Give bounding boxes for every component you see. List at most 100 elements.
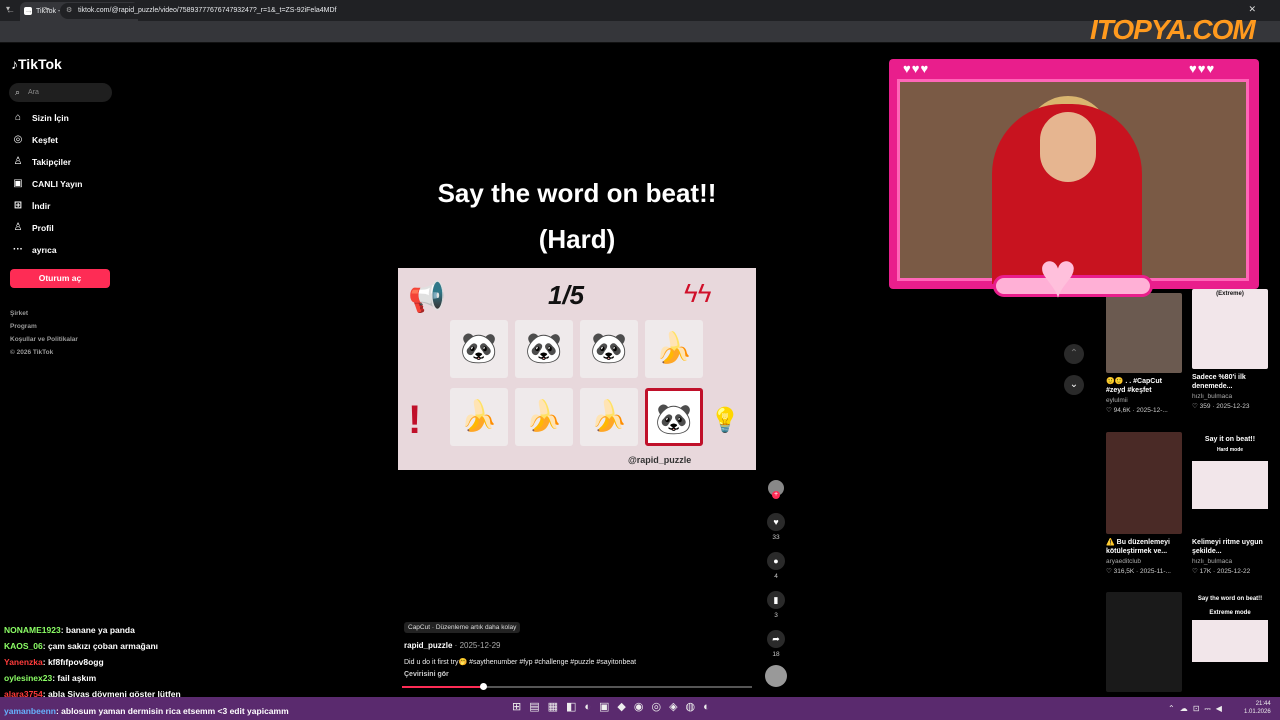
banana-icon: 🍌: [645, 320, 703, 378]
url-text: tiktok.com/@rapid_puzzle/video/758937776…: [78, 7, 337, 14]
logo-text: TikTok: [18, 56, 62, 72]
copyright: © 2026 TikTok: [10, 349, 54, 356]
video-watermark: @rapid_puzzle: [628, 455, 692, 465]
footer-link-terms[interactable]: Koşullar ve Politikalar: [10, 336, 78, 343]
related-video-card[interactable]: Say it on beat!! Hard mode Kelimeyi ritm…: [1192, 432, 1268, 575]
share-icon: ➦: [767, 630, 785, 648]
profile-icon: ♙: [13, 222, 23, 233]
nav-buttons[interactable]: ←→⟳: [6, 5, 59, 16]
prev-video-button[interactable]: ⌃: [1064, 344, 1084, 364]
chat-user: KAOS_06: [4, 641, 43, 651]
video-thumbnail[interactable]: (Extreme): [1192, 289, 1268, 369]
related-stats: ♡ 94,6K · 2025-12-...: [1106, 407, 1168, 414]
exclamation-icon: !: [408, 398, 422, 442]
clock-time: 21:44: [1255, 701, 1271, 707]
save-count: 3: [774, 612, 778, 619]
system-tray[interactable]: ⌃☁⊡⎓◀: [1168, 704, 1227, 714]
chat-user: yamanbeenn: [4, 706, 56, 716]
thumb-puzzle-image: [1192, 620, 1268, 662]
search-icon: ⌕: [15, 87, 21, 97]
chat-text: : fail aşkım: [52, 673, 97, 683]
related-title: Sadece %80'i ilk denemede...: [1192, 374, 1246, 390]
taskbar-clock[interactable]: 21:44 1.01.2026: [1244, 700, 1271, 716]
site-info-icon[interactable]: ⚙: [66, 3, 72, 19]
login-button[interactable]: Oturum aç: [10, 269, 110, 288]
footer-link-program[interactable]: Program: [10, 323, 37, 330]
thumb-label: Say the word on beat!!: [1197, 596, 1263, 602]
sidebar-item-label: Profil: [32, 223, 54, 233]
sidebar-item-live[interactable]: ▣ CANLI Yayın: [12, 177, 82, 191]
related-video-card[interactable]: ⚠️ Bu düzenlemeyi kötüleştirmek ve... ar…: [1106, 432, 1182, 575]
download-icon: ⊞: [13, 200, 23, 211]
puzzle-frame[interactable]: 📢 1/5 ϟϟ ! 💡 🐼 🐼 🐼 🍌 🍌 🍌 🍌 🐼 @rapid_puzzle: [398, 268, 756, 470]
hearts-left-icon: ♥♥♥: [903, 61, 930, 76]
follow-plus-icon[interactable]: +: [772, 491, 780, 499]
panda-icon: 🐼: [515, 320, 573, 378]
heart-icon: ♥: [767, 513, 785, 531]
video-caption-line-1: Say the word on beat!!: [437, 178, 717, 208]
sidebar-item-explore[interactable]: ◎ Keşfet: [12, 133, 58, 147]
sidebar-item-for-you[interactable]: ⌂ Sizin İçin: [12, 111, 69, 125]
sidebar-item-label: Takipçiler: [32, 157, 72, 167]
related-video-card[interactable]: (Extreme) Sadece %80'i ilk denemede... h…: [1192, 289, 1268, 410]
author-name[interactable]: rapid_puzzle: [404, 641, 452, 650]
related-stats: ♡ 17K · 2025-12-22: [1192, 568, 1251, 575]
related-video-card[interactable]: [1106, 592, 1182, 692]
capcut-badge[interactable]: CapCut · Düzenleme artık daha kolay: [404, 622, 521, 633]
creator-avatar[interactable]: +: [768, 480, 784, 499]
chat-message: oylesinex23: fail aşkım: [4, 673, 96, 683]
video-thumbnail[interactable]: [1106, 592, 1182, 692]
sidebar-item-profile[interactable]: ♙ Profil: [12, 221, 54, 235]
comment-button[interactable]: ● 4: [766, 552, 786, 580]
webcam-overlay: ♥♥♥ ♥♥♥ ♥: [889, 59, 1259, 307]
url-field[interactable]: ⚙ tiktok.com/@rapid_puzzle/video/7589377…: [60, 3, 1240, 19]
save-button[interactable]: ▮ 3: [766, 591, 786, 619]
related-stats: ♡ 316,5K · 2025-11-...: [1106, 568, 1171, 575]
share-count: 18: [772, 651, 780, 658]
video-thumbnail[interactable]: Say the word on beat!! Extreme mode: [1192, 592, 1268, 692]
sidebar-item-download[interactable]: ⊞ İndir: [12, 199, 51, 213]
video-caption-line-2: (Hard): [538, 224, 616, 254]
related-video-card[interactable]: Say the word on beat!! Extreme mode: [1192, 592, 1268, 692]
people-icon: ♙: [13, 156, 23, 167]
chat-message: yamanbeenn: ablosum yaman dermisin rica …: [4, 706, 289, 716]
video-thumbnail[interactable]: [1106, 293, 1182, 373]
compass-icon: ◎: [13, 134, 23, 145]
search-input[interactable]: ⌕ Ara: [9, 83, 112, 102]
bookmark-icon: ▮: [767, 591, 785, 609]
search-placeholder: Ara: [28, 89, 39, 96]
home-icon: ⌂: [14, 112, 22, 123]
author-line[interactable]: rapid_puzzle · 2025-12-29: [404, 641, 500, 650]
comment-icon: ●: [767, 552, 785, 570]
taskbar-apps[interactable]: ⊞▤▦◧◐▣◆◉◎◈◍◐: [512, 700, 718, 713]
big-heart-icon: ♥: [1039, 239, 1077, 311]
post-date: · 2025-12-29: [452, 641, 501, 650]
tiktok-logo[interactable]: ♪TikTok: [11, 56, 62, 72]
video-thumbnail[interactable]: [1106, 432, 1182, 534]
thumb-label: (Extreme): [1216, 291, 1244, 297]
megaphone-icon: 📢: [408, 281, 446, 314]
translate-link[interactable]: Çevirisini gör: [404, 671, 449, 678]
chat-user: NONAME1923: [4, 625, 61, 635]
related-user[interactable]: eylulmii: [1106, 397, 1182, 404]
like-button[interactable]: ♥ 33: [766, 513, 786, 541]
banana-icon: 🍌: [580, 388, 638, 446]
thumb-puzzle-image: [1192, 461, 1268, 509]
video-progress-handle[interactable]: [479, 683, 487, 690]
sidebar-item-following[interactable]: ♙ Takipçiler: [12, 155, 72, 169]
panda-icon: 🐼: [645, 388, 703, 446]
related-title: 🙂🙂 . . #CapCut #zeyd #keşfet: [1106, 378, 1162, 394]
next-video-button[interactable]: ⌄: [1064, 375, 1084, 395]
share-button[interactable]: ➦ 18: [766, 630, 786, 658]
sidebar-item-more[interactable]: ··· ayrıca: [12, 243, 57, 257]
related-user[interactable]: hızlı_bulmaca: [1192, 393, 1268, 400]
footer-link-company[interactable]: Şirket: [10, 310, 28, 317]
clock-date: 1.01.2026: [1244, 709, 1271, 715]
video-progress-fill: [402, 686, 483, 688]
related-user[interactable]: hızlı_bulmaca: [1192, 558, 1268, 565]
related-video-card[interactable]: 🙂🙂 . . #CapCut #zeyd #keşfet eylulmii ♡ …: [1106, 293, 1182, 414]
video-thumbnail[interactable]: Say it on beat!! Hard mode: [1192, 432, 1268, 534]
related-user[interactable]: aryaeditclub: [1106, 558, 1182, 565]
chat-text: : ablosum yaman dermisin rica etsemm <3 …: [55, 706, 289, 716]
sound-avatar[interactable]: [765, 665, 787, 687]
